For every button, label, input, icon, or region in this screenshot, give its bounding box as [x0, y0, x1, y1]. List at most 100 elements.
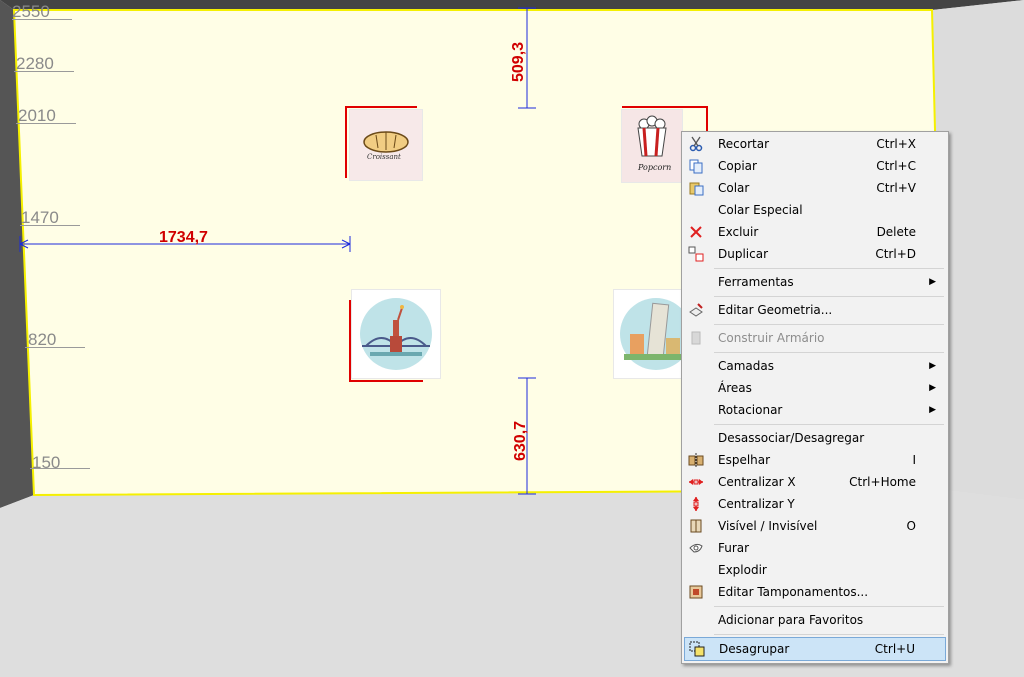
visibility-icon — [690, 519, 702, 533]
menu-item-recortar[interactable]: Recortar Ctrl+X — [684, 133, 946, 155]
center-y-icon — [693, 497, 699, 511]
statue-of-liberty-icon — [360, 298, 432, 370]
menu-shortcut: Ctrl+V — [876, 181, 916, 195]
menu-label: Copiar — [718, 159, 757, 173]
paste-icon — [689, 182, 704, 196]
submenu-arrow-icon: ▶ — [929, 405, 936, 415]
menu-item-editar-tamponamentos[interactable]: Editar Tamponamentos... — [684, 581, 946, 603]
popcorn-picture[interactable]: Popcorn — [622, 110, 682, 182]
delete-x-icon — [690, 226, 702, 238]
popcorn-text: Popcorn — [637, 163, 671, 172]
menu-separator — [714, 324, 944, 325]
menu-separator — [714, 352, 944, 353]
statue-of-liberty-picture[interactable] — [352, 290, 440, 378]
menu-label: Recortar — [718, 137, 770, 151]
menu-item-editar-geometria[interactable]: Editar Geometria... — [684, 299, 946, 321]
menu-item-duplicar[interactable]: Duplicar Ctrl+D — [684, 243, 946, 265]
menu-item-excluir[interactable]: Excluir Delete — [684, 221, 946, 243]
menu-label: Visível / Invisível — [718, 519, 818, 533]
dimension-bottom-vertical: 630,7 — [512, 420, 529, 461]
croissant-picture[interactable]: Croissant — [350, 110, 422, 180]
pisa-tower-icon — [620, 298, 692, 370]
menu-label: Desagrupar — [719, 642, 790, 656]
menu-label: Áreas — [718, 381, 752, 395]
pisa-tower-picture[interactable] — [614, 290, 692, 378]
center-x-icon — [689, 479, 703, 485]
menu-item-areas[interactable]: Áreas ▶ — [684, 377, 946, 399]
menu-label: Editar Geometria... — [718, 303, 833, 317]
menu-shortcut: Ctrl+X — [876, 137, 916, 151]
ruler-line — [30, 468, 90, 469]
menu-item-centralizar-x[interactable]: Centralizar X Ctrl+Home — [684, 471, 946, 493]
menu-item-furar[interactable]: Furar — [684, 537, 946, 559]
ruler-line — [16, 123, 76, 124]
menu-shortcut: Delete — [876, 225, 916, 239]
menu-separator — [714, 634, 944, 635]
ruler-line — [20, 225, 80, 226]
croissant-text: Croissant — [367, 153, 401, 161]
menu-label: Adicionar para Favoritos — [718, 613, 864, 627]
croissant-icon: Croissant — [363, 131, 409, 161]
ruler-label-2550: 2550 — [12, 2, 50, 21]
menu-item-rotacionar[interactable]: Rotacionar ▶ — [684, 399, 946, 421]
menu-label: Centralizar Y — [718, 497, 795, 511]
context-menu: Recortar Ctrl+X Copiar Ctrl+C Colar Ctrl… — [681, 131, 949, 664]
ruler-line — [14, 71, 74, 72]
submenu-arrow-icon: ▶ — [929, 277, 936, 287]
ungroup-icon — [689, 641, 705, 657]
menu-label: Espelhar — [718, 453, 771, 467]
menu-shortcut: Ctrl+U — [874, 642, 915, 656]
edit-panels-icon — [689, 585, 703, 599]
submenu-arrow-icon: ▶ — [929, 383, 936, 393]
menu-separator — [714, 606, 944, 607]
menu-separator — [714, 268, 944, 269]
menu-item-visivel-invisivel[interactable]: Visível / Invisível O — [684, 515, 946, 537]
ruler-label-1470: 1470 — [21, 208, 59, 227]
dimension-top-vertical: 509,3 — [510, 41, 527, 82]
ruler-line — [25, 347, 85, 348]
edit-geometry-icon — [689, 303, 703, 317]
menu-item-colar-especial[interactable]: Colar Especial — [684, 199, 946, 221]
menu-label: Explodir — [718, 563, 767, 577]
ruler-line — [12, 19, 72, 20]
submenu-arrow-icon: ▶ — [929, 361, 936, 371]
menu-item-copiar[interactable]: Copiar Ctrl+C — [684, 155, 946, 177]
menu-label: Ferramentas — [718, 275, 794, 289]
menu-label: Camadas — [718, 359, 774, 373]
mirror-icon — [688, 453, 704, 467]
popcorn-icon: Popcorn — [637, 115, 671, 172]
menu-item-desassociar[interactable]: Desassociar/Desagregar — [684, 427, 946, 449]
menu-item-camadas[interactable]: Camadas ▶ — [684, 355, 946, 377]
menu-item-colar[interactable]: Colar Ctrl+V — [684, 177, 946, 199]
menu-label: Rotacionar — [718, 403, 783, 417]
menu-item-espelhar[interactable]: Espelhar I — [684, 449, 946, 471]
menu-item-adicionar-favoritos[interactable]: Adicionar para Favoritos — [684, 609, 946, 631]
menu-shortcut: Ctrl+C — [876, 159, 916, 173]
menu-item-construir-armario[interactable]: Construir Armário — [684, 327, 946, 349]
menu-item-ferramentas[interactable]: Ferramentas ▶ — [684, 271, 946, 293]
scissors-icon — [689, 136, 703, 152]
menu-label: Duplicar — [718, 247, 769, 261]
ruler-label-820: 820 — [28, 330, 57, 349]
ruler-label-2010: 2010 — [18, 106, 56, 125]
menu-shortcut: Ctrl+D — [875, 247, 916, 261]
menu-item-explodir[interactable]: Explodir — [684, 559, 946, 581]
drill-icon — [689, 543, 703, 553]
menu-item-desagrupar[interactable]: Desagrupar Ctrl+U — [684, 637, 946, 661]
dimension-horizontal: 1734,7 — [159, 229, 208, 246]
ruler-label-2280: 2280 — [16, 54, 54, 73]
menu-label: Editar Tamponamentos... — [718, 585, 869, 599]
duplicate-icon — [688, 246, 704, 262]
menu-label: Colar — [718, 181, 750, 195]
ceiling — [0, 0, 1024, 10]
menu-label: Excluir — [718, 225, 759, 239]
cabinet-icon — [691, 331, 701, 345]
menu-label: Desassociar/Desagregar — [718, 431, 865, 445]
menu-item-centralizar-y[interactable]: Centralizar Y — [684, 493, 946, 515]
menu-label: Colar Especial — [718, 203, 803, 217]
menu-separator — [714, 424, 944, 425]
menu-label: Furar — [718, 541, 750, 555]
menu-shortcut: I — [912, 453, 916, 467]
menu-label: Construir Armário — [718, 331, 825, 345]
menu-shortcut: Ctrl+Home — [849, 475, 916, 489]
